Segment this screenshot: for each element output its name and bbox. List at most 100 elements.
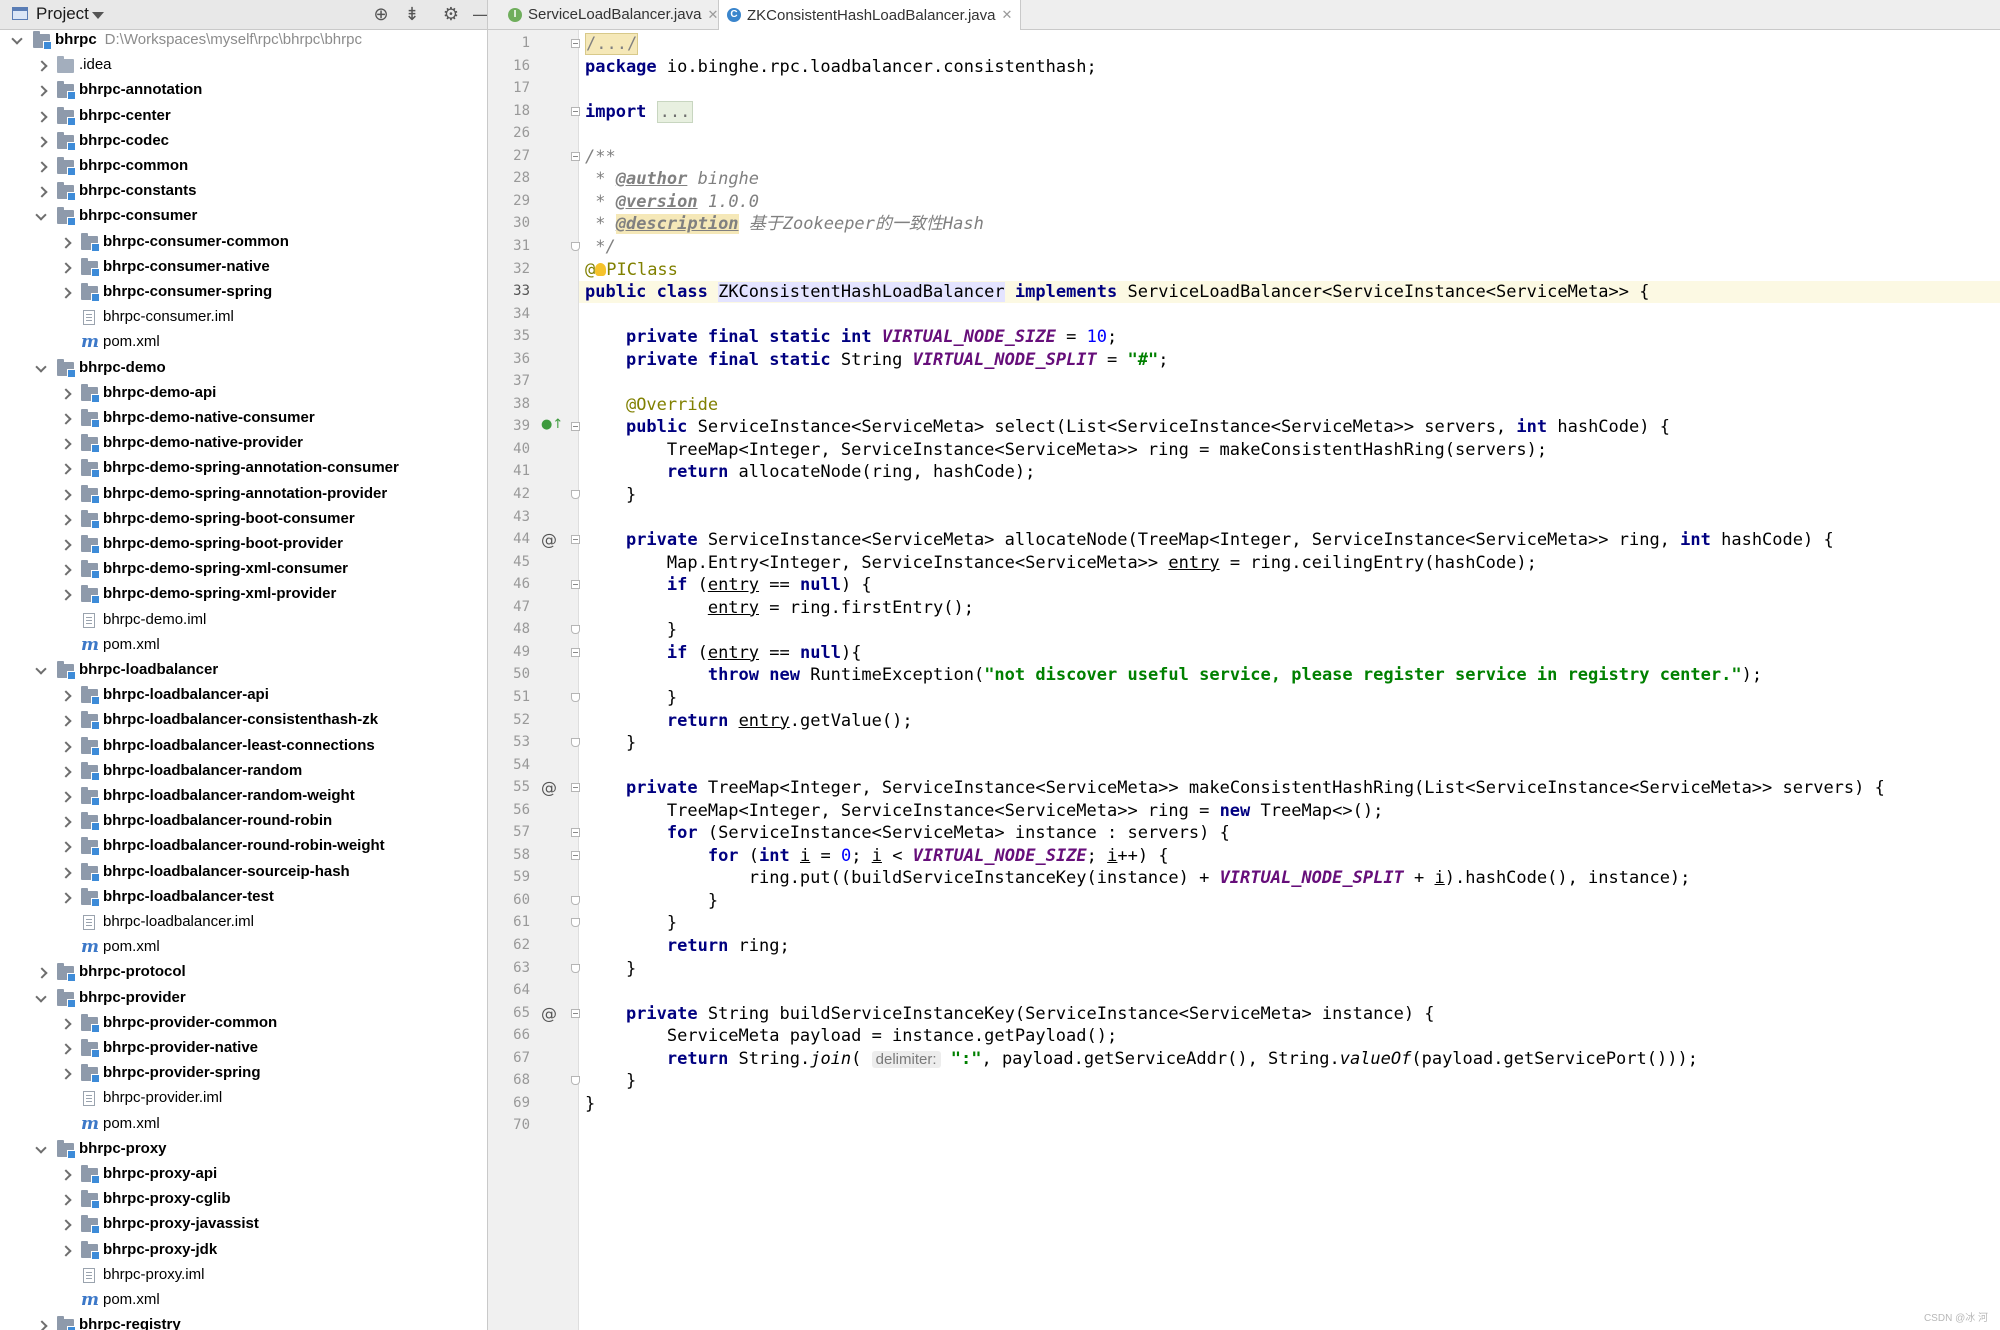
tree-item[interactable]: bhrpc-proxy-cglib xyxy=(0,1188,487,1213)
tree-item[interactable]: bhrpc-demo-native-provider xyxy=(0,432,487,457)
chevron-right-icon[interactable] xyxy=(33,83,49,99)
tree-item[interactable]: bhrpc-demo-spring-boot-consumer xyxy=(0,508,487,533)
chevron-right-icon[interactable] xyxy=(57,512,73,528)
close-icon[interactable]: ✕ xyxy=(1001,7,1012,23)
chevron-right-icon[interactable] xyxy=(57,461,73,477)
tree-item[interactable]: bhrpc-codec xyxy=(0,130,487,155)
chevron-right-icon[interactable] xyxy=(57,789,73,805)
chevron-right-icon[interactable] xyxy=(57,1192,73,1208)
tree-item[interactable]: m pom.xml xyxy=(0,1113,487,1138)
chevron-right-icon[interactable] xyxy=(57,1243,73,1259)
tree-item[interactable]: bhrpc-proxy-javassist xyxy=(0,1213,487,1238)
tree-item[interactable]: bhrpc-loadbalancer-consistenthash-zk xyxy=(0,709,487,734)
chevron-right-icon[interactable] xyxy=(33,965,49,981)
tree-item[interactable]: bhrpc-demo.iml xyxy=(0,609,487,634)
chevron-right-icon[interactable] xyxy=(57,260,73,276)
locate-file-icon[interactable]: ⊕ xyxy=(370,3,392,25)
code-line[interactable]: ServiceMeta payload = instance.getPayloa… xyxy=(579,1025,2000,1047)
chevron-right-icon[interactable] xyxy=(57,285,73,301)
tree-item[interactable]: m pom.xml xyxy=(0,331,487,356)
annotation-gutter-icon[interactable]: @ xyxy=(541,1004,557,1023)
code-line[interactable]: return entry.getValue(); xyxy=(579,710,2000,732)
tree-item[interactable]: bhrpc-consumer-common xyxy=(0,231,487,256)
chevron-right-icon[interactable] xyxy=(57,1217,73,1233)
chevron-right-icon[interactable] xyxy=(57,587,73,603)
code-line[interactable]: public ServiceInstance<ServiceMeta> sele… xyxy=(579,416,2000,438)
tree-item[interactable]: m pom.xml xyxy=(0,1289,487,1314)
code-line[interactable] xyxy=(579,123,2000,145)
chevron-right-icon[interactable] xyxy=(57,839,73,855)
gear-icon[interactable]: ⚙ xyxy=(440,3,462,25)
code-line[interactable]: import ... xyxy=(579,100,2000,123)
tree-item[interactable]: bhrpc-demo-spring-xml-consumer xyxy=(0,558,487,583)
code-line[interactable]: } xyxy=(579,687,2000,709)
tree-item[interactable]: bhrpc-demo-spring-xml-provider xyxy=(0,583,487,608)
chevron-right-icon[interactable] xyxy=(33,58,49,74)
tree-item[interactable]: .idea xyxy=(0,54,487,79)
tree-item[interactable]: bhrpc-loadbalancer.iml xyxy=(0,911,487,936)
chevron-right-icon[interactable] xyxy=(57,1016,73,1032)
code-line[interactable]: */ xyxy=(579,236,2000,258)
code-line[interactable]: /.../ xyxy=(579,33,2000,55)
chevron-right-icon[interactable] xyxy=(57,562,73,578)
tree-item[interactable]: bhrpc-demo-spring-annotation-provider xyxy=(0,483,487,508)
intention-bulb-icon[interactable] xyxy=(595,262,607,276)
code-line[interactable]: @ PIClass xyxy=(579,259,2000,281)
chevron-right-icon[interactable] xyxy=(57,890,73,906)
chevron-down-icon[interactable] xyxy=(92,12,104,19)
chevron-right-icon[interactable] xyxy=(57,537,73,553)
tree-item[interactable]: bhrpc-loadbalancer-round-robin xyxy=(0,810,487,835)
tree-item[interactable]: bhrpc-provider.iml xyxy=(0,1087,487,1112)
chevron-right-icon[interactable] xyxy=(57,764,73,780)
annotation-gutter-icon[interactable]: @ xyxy=(541,530,557,549)
chevron-right-icon[interactable] xyxy=(57,1041,73,1057)
collapse-all-icon[interactable]: ⇟ xyxy=(401,3,423,25)
code-line[interactable]: } xyxy=(579,484,2000,506)
chevron-right-icon[interactable] xyxy=(57,1167,73,1183)
code-line[interactable] xyxy=(579,78,2000,100)
tree-item[interactable]: bhrpc-loadbalancer-test xyxy=(0,886,487,911)
chevron-right-icon[interactable] xyxy=(57,411,73,427)
tree-item[interactable]: m pom.xml xyxy=(0,936,487,961)
code-line[interactable]: private String buildServiceInstanceKey(S… xyxy=(579,1003,2000,1025)
code-line[interactable]: entry = ring.firstEntry(); xyxy=(579,597,2000,619)
tree-item[interactable]: bhrpc-common xyxy=(0,155,487,180)
code-line[interactable]: } xyxy=(579,958,2000,980)
tree-item[interactable]: bhrpc-loadbalancer xyxy=(0,659,487,684)
code-line[interactable]: private TreeMap<Integer, ServiceInstance… xyxy=(579,777,2000,799)
tab-zk-consistent-hash-load-balancer[interactable]: C ZKConsistentHashLoadBalancer.java ✕ xyxy=(718,0,1022,30)
code-line[interactable]: return String.join( delimiter: ":", payl… xyxy=(579,1048,2000,1070)
tree-item[interactable]: bhrpc-proxy.iml xyxy=(0,1264,487,1289)
tree-item[interactable]: bhrpc-provider-spring xyxy=(0,1062,487,1087)
tree-item[interactable]: bhrpc-demo-native-consumer xyxy=(0,407,487,432)
chevron-down-icon[interactable] xyxy=(33,663,49,679)
tree-item[interactable]: bhrpc-proxy-jdk xyxy=(0,1239,487,1264)
tab-service-load-balancer[interactable]: I ServiceLoadBalancer.java ✕ xyxy=(500,0,726,29)
code-line[interactable]: if (entry == null){ xyxy=(579,642,2000,664)
code-line[interactable] xyxy=(579,755,2000,777)
implements-method-icon[interactable]: ●↑ xyxy=(541,417,563,432)
chevron-right-icon[interactable] xyxy=(33,109,49,125)
code-line[interactable] xyxy=(579,980,2000,1002)
tree-item[interactable]: bhrpc-proxy xyxy=(0,1138,487,1163)
close-icon[interactable]: ✕ xyxy=(707,7,718,23)
chevron-right-icon[interactable] xyxy=(57,436,73,452)
tree-item[interactable]: bhrpc-demo-api xyxy=(0,382,487,407)
code-line[interactable]: * @description 基于Zookeeper的一致性Hash xyxy=(579,213,2000,235)
tree-item[interactable]: bhrpc-consumer.iml xyxy=(0,306,487,331)
chevron-right-icon[interactable] xyxy=(57,235,73,251)
code-line[interactable] xyxy=(579,1115,2000,1137)
chevron-right-icon[interactable] xyxy=(57,814,73,830)
code-line[interactable]: } xyxy=(579,1070,2000,1092)
code-line[interactable]: return allocateNode(ring, hashCode); xyxy=(579,461,2000,483)
code-line[interactable]: for (int i = 0; i < VIRTUAL_NODE_SIZE; i… xyxy=(579,845,2000,867)
chevron-right-icon[interactable] xyxy=(33,184,49,200)
code-line[interactable]: } xyxy=(579,912,2000,934)
tree-item[interactable]: bhrpc-loadbalancer-api xyxy=(0,684,487,709)
code-line[interactable]: private ServiceInstance<ServiceMeta> all… xyxy=(579,529,2000,551)
code-line[interactable]: private final static int VIRTUAL_NODE_SI… xyxy=(579,326,2000,348)
tree-item[interactable]: bhrpc-provider-native xyxy=(0,1037,487,1062)
tree-item[interactable]: bhrpc-provider-common xyxy=(0,1012,487,1037)
tree-item[interactable]: bhrpc-demo-spring-boot-provider xyxy=(0,533,487,558)
code-line[interactable]: TreeMap<Integer, ServiceInstance<Service… xyxy=(579,800,2000,822)
